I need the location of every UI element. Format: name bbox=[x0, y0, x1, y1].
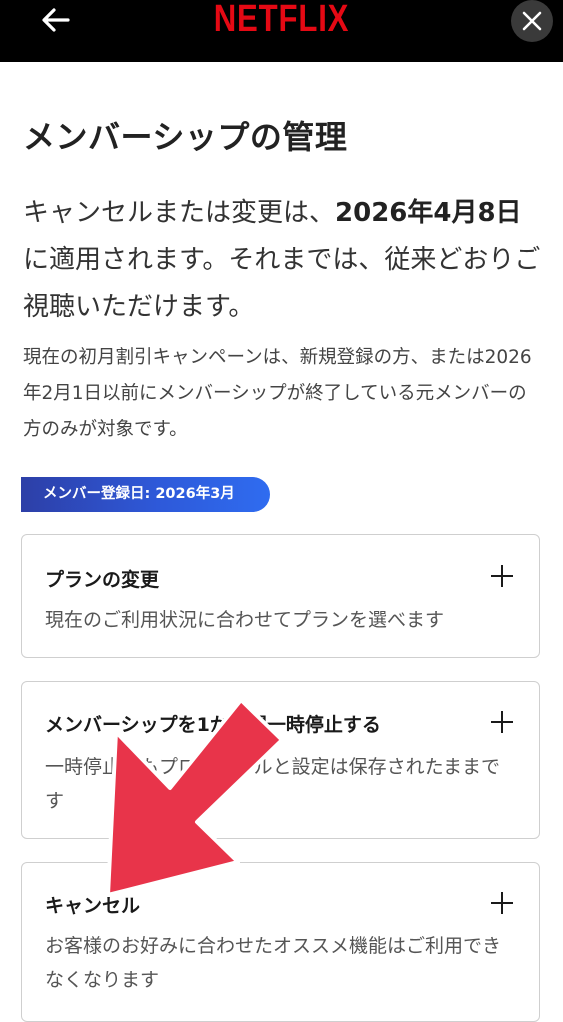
card-description: 一時停止中もプロフィールと設定は保存されたままです bbox=[45, 756, 501, 812]
card-title: メンバーシップを1か月間一時停止する bbox=[45, 714, 381, 736]
lead-prefix: キャンセルまたは変更は、 bbox=[23, 198, 336, 228]
plus-icon[interactable] bbox=[491, 711, 513, 733]
card-title: プランの変更 bbox=[45, 569, 160, 591]
cancel-membership-card[interactable]: キャンセル お客様のお好みに合わせたオススメ機能はご利用できなくなります bbox=[21, 862, 540, 1022]
effective-date: 2026年4月8日 bbox=[335, 198, 522, 228]
effective-date-message: キャンセルまたは変更は、2026年4月8日に適用されます。それまでは、従来どおり… bbox=[23, 190, 543, 331]
netflix-logo: NETFLIX bbox=[213, 0, 350, 40]
change-plan-card[interactable]: プランの変更 現在のご利用状況に合わせてプランを選べます bbox=[21, 534, 540, 658]
lead-suffix: に適用されます。それまでは、従来どおりご視聴いただけます。 bbox=[23, 245, 541, 322]
campaign-note: 現在の初月割引キャンペーンは、新規登録の方、または2026年2月1日以前にメンバ… bbox=[23, 347, 532, 440]
page-title: メンバーシップの管理 bbox=[23, 118, 348, 156]
pause-membership-card[interactable]: メンバーシップを1か月間一時停止する 一時停止中もプロフィールと設定は保存された… bbox=[21, 681, 540, 839]
plus-icon[interactable] bbox=[491, 565, 513, 587]
close-icon[interactable] bbox=[511, 0, 553, 42]
card-title: キャンセル bbox=[45, 895, 141, 917]
card-description: お客様のお好みに合わせたオススメ機能はご利用できなくなります bbox=[45, 935, 502, 991]
top-bar: NETFLIX bbox=[0, 0, 563, 62]
card-description: 現在のご利用状況に合わせてプランを選べます bbox=[45, 609, 445, 631]
member-since-badge: メンバー登録日: 2026年3月 bbox=[21, 477, 270, 512]
plus-icon[interactable] bbox=[491, 892, 513, 914]
